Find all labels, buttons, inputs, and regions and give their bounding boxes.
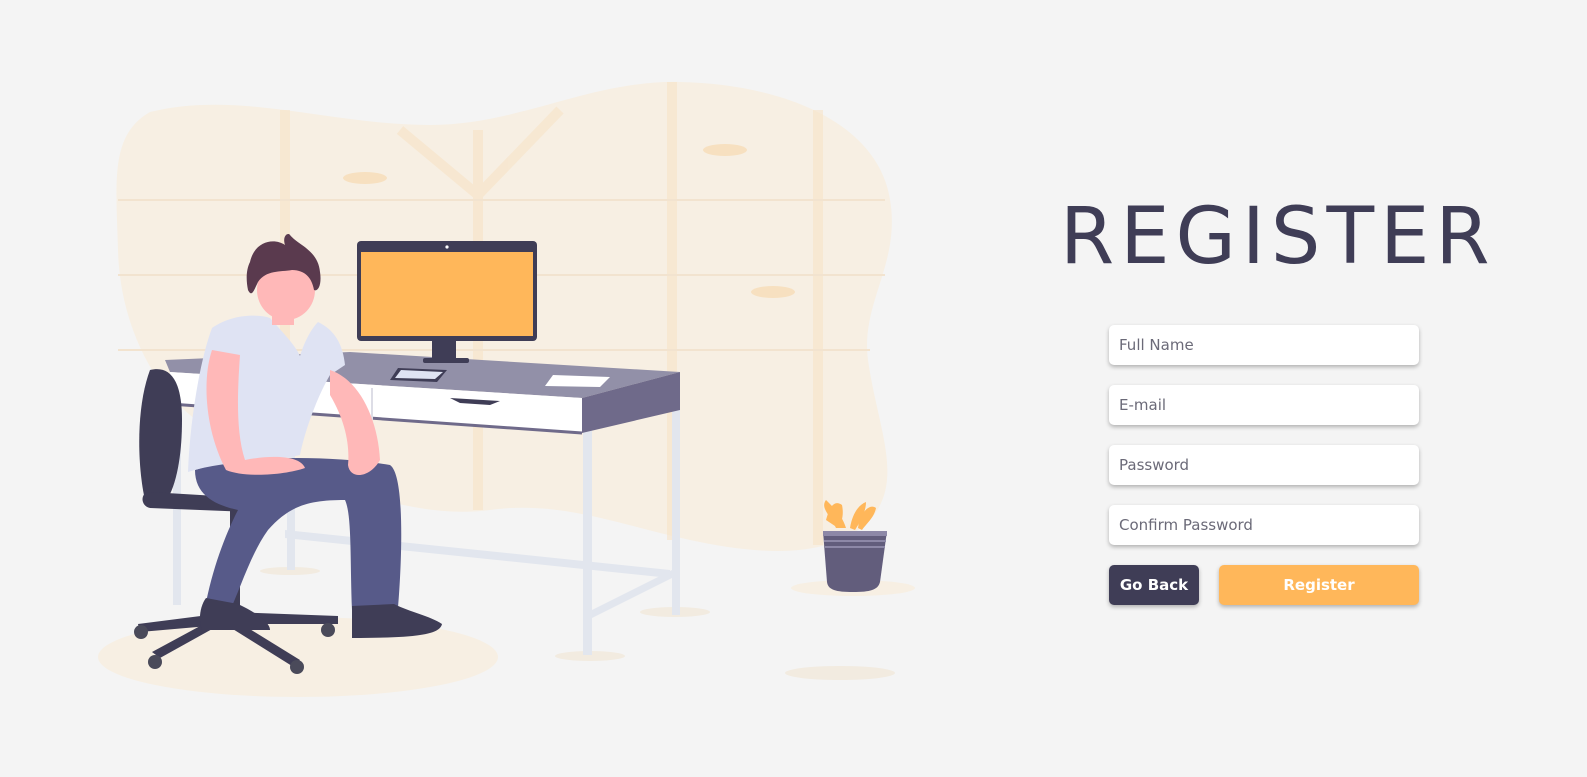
paper (545, 375, 610, 387)
man-at-desk-illustration (98, 81, 915, 697)
register-form: REGISTER Go Back Register (1060, 190, 1496, 605)
floor-spot (785, 666, 895, 680)
full-name-input[interactable] (1109, 325, 1419, 365)
register-button[interactable]: Register (1219, 565, 1419, 605)
plant-pot (823, 500, 887, 592)
page-title: REGISTER (1060, 192, 1496, 282)
email-input[interactable] (1109, 385, 1419, 425)
go-back-button[interactable]: Go Back (1109, 565, 1199, 605)
password-input[interactable] (1109, 445, 1419, 485)
confirm-password-input[interactable] (1109, 505, 1419, 545)
register-page: REGISTER Go Back Register (0, 0, 1587, 777)
